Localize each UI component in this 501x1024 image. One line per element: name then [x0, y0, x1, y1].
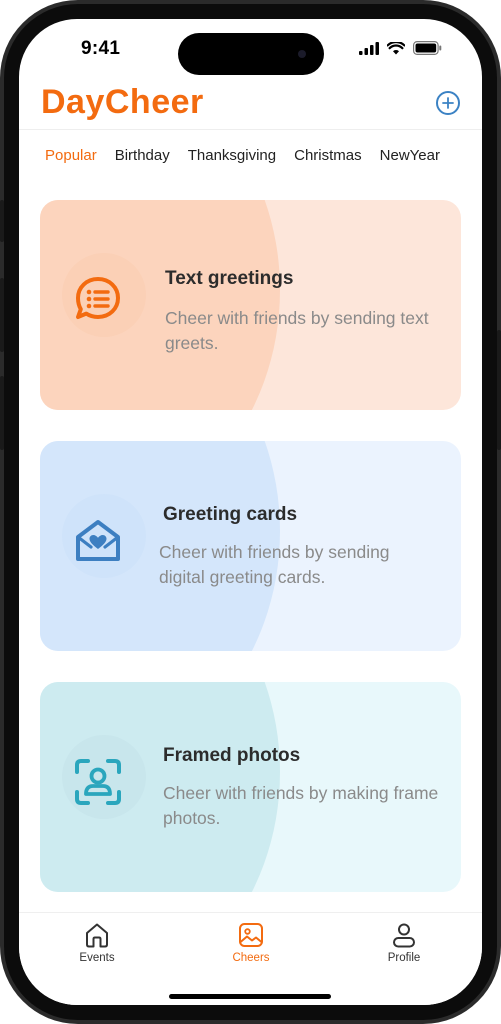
portrait-frame-icon	[72, 756, 124, 808]
action-button	[0, 200, 4, 242]
wifi-icon	[387, 41, 405, 54]
envelope-heart-icon	[72, 515, 124, 567]
image-icon	[239, 923, 263, 947]
card-title: Framed photos	[163, 745, 301, 766]
text-greetings-card[interactable]: Text greetings Cheer with friends by sen…	[40, 200, 461, 410]
framed-photos-card[interactable]: Framed photos Cheer with friends by maki…	[40, 682, 461, 892]
tab-christmas[interactable]: Christmas	[294, 147, 362, 164]
tab-birthday[interactable]: Birthday	[115, 147, 170, 164]
volume-down-button	[0, 376, 4, 450]
card-description: Cheer with friends by sending digital gr…	[159, 542, 390, 587]
home-indicator[interactable]	[169, 994, 331, 999]
app-logo: DayCheer	[41, 83, 204, 121]
home-icon	[86, 923, 108, 948]
nav-label-cheers: Cheers	[232, 952, 270, 964]
nav-events[interactable]: Events	[57, 921, 137, 964]
camera-dot	[298, 50, 306, 58]
volume-up-button	[0, 278, 4, 352]
tab-thanksgiving[interactable]: Thanksgiving	[188, 147, 276, 164]
dynamic-island	[178, 33, 324, 75]
add-button[interactable]	[436, 91, 460, 115]
power-button	[497, 330, 501, 450]
nav-label-profile: Profile	[387, 952, 421, 964]
cellular-signal-icon	[359, 41, 379, 55]
person-icon	[393, 923, 415, 948]
plus-circle-icon	[442, 97, 454, 109]
tab-newyear[interactable]: NewYear	[380, 147, 440, 164]
card-title: Text greetings	[165, 268, 294, 289]
status-icons	[359, 41, 442, 55]
status-time: 9:41	[81, 38, 121, 59]
card-description: Cheer with friends by making frame photo…	[163, 783, 439, 828]
battery-icon	[413, 41, 442, 55]
bottom-nav: Events Cheers Profile	[19, 912, 482, 1005]
chat-bubble-icon	[72, 273, 124, 325]
card-description: Cheer with friends by sending text greet…	[165, 308, 429, 353]
tab-popular[interactable]: Popular	[45, 147, 97, 164]
nav-label-events: Events	[79, 952, 115, 964]
nav-cheers[interactable]: Cheers	[211, 921, 291, 964]
header-divider	[19, 129, 482, 130]
card-title: Greeting cards	[163, 504, 298, 525]
category-tabs: Popular Birthday Thanksgiving Christmas …	[45, 147, 440, 164]
greeting-cards-card[interactable]: Greeting cards Cheer with friends by sen…	[40, 441, 461, 651]
nav-profile[interactable]: Profile	[364, 921, 444, 964]
screen: 9:41 DayCheer Popular Birthday Thanksgiv…	[19, 19, 482, 1005]
